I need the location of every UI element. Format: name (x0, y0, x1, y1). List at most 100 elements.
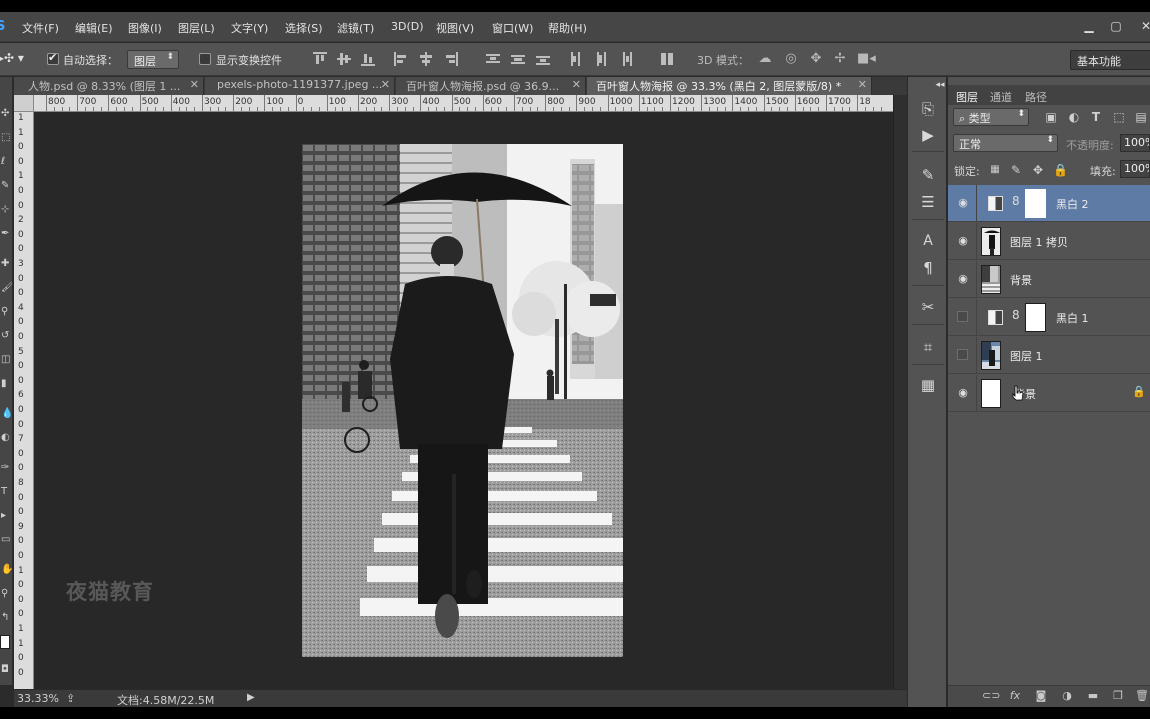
eyedropper-tool-icon[interactable]: ✒ (1, 227, 12, 241)
status-menu-arrow-icon[interactable]: ▶ (247, 692, 255, 703)
character-panel-icon[interactable]: A (918, 231, 938, 251)
tab-document-3[interactable]: 百叶窗人物海报.psd @ 36.9... ✕ (396, 77, 586, 95)
document-canvas[interactable]: 夜猫教育 (34, 112, 893, 689)
lock-position-icon[interactable]: ✥ (1031, 163, 1045, 177)
visibility-toggle-off[interactable] (957, 349, 968, 360)
layer-row-layer1-copy[interactable]: ◉ 图层 1 拷贝 (948, 223, 1150, 260)
quick-select-tool-icon[interactable]: ✎ (1, 179, 12, 193)
layer-row-background-photo[interactable]: ◉ 背景 (948, 261, 1150, 298)
close-icon[interactable]: ✕ (1136, 17, 1150, 35)
zoom-tool-icon[interactable]: ⚲ (1, 587, 12, 601)
crop-tool-icon[interactable]: ⊹ (1, 203, 12, 217)
actions-panel-icon[interactable]: ▶ (918, 125, 938, 145)
marquee-tool-icon[interactable]: ⬚ (1, 131, 12, 145)
tab-document-2[interactable]: pexels-photo-1191377.jpeg ... ✕ (205, 77, 395, 95)
tool-presets-icon[interactable]: ✂ (918, 297, 938, 317)
path-select-tool-icon[interactable]: ▸ (1, 509, 12, 523)
layer-row-layer1[interactable]: 图层 1 (948, 337, 1150, 374)
filter-adjustment-icon[interactable]: ◐ (1067, 110, 1081, 124)
type-tool-icon[interactable]: T (1, 485, 12, 499)
tab-document-1[interactable]: 人物.psd @ 8.33% (图层 1 ... ✕ (14, 77, 204, 95)
3d-slide-icon[interactable]: ✢ (832, 51, 848, 67)
menu-help[interactable]: 帮助(H) (548, 20, 587, 36)
fill-input[interactable]: 100% (1120, 160, 1150, 178)
distribute-hcenter-icon[interactable] (594, 52, 608, 66)
3d-panel-icon[interactable]: ▦ (918, 375, 938, 395)
close-icon[interactable]: ✕ (858, 78, 867, 91)
minimize-icon[interactable]: ▁ (1079, 17, 1099, 35)
3d-roll-icon[interactable]: ◎ (783, 51, 799, 67)
eraser-tool-icon[interactable]: ◫ (1, 353, 12, 367)
brush-tool-icon[interactable]: 🖌 (1, 281, 12, 295)
swap-colors-icon[interactable]: ↰ (1, 611, 12, 625)
dodge-tool-icon[interactable]: ◐ (1, 431, 12, 445)
paragraph-panel-icon[interactable]: ¶ (918, 258, 938, 278)
lock-pixels-icon[interactable]: ✎ (1009, 163, 1023, 177)
lasso-tool-icon[interactable]: ℓ (1, 155, 12, 169)
align-left-icon[interactable] (394, 52, 408, 66)
menu-window[interactable]: 窗口(W) (492, 20, 533, 36)
adjustment-icon[interactable]: ◑ (1060, 689, 1074, 703)
align-bottom-icon[interactable] (361, 52, 375, 66)
distribute-left-icon[interactable] (569, 52, 583, 66)
menu-file[interactable]: 文件(F) (22, 20, 59, 36)
align-hcenter-icon[interactable] (419, 52, 433, 66)
layer-row-bw1[interactable]: 8 黑白 1 (948, 299, 1150, 336)
ruler-origin[interactable] (14, 95, 34, 112)
link-icon[interactable]: 8 (1012, 308, 1020, 322)
menu-filter[interactable]: 滤镜(T) (337, 20, 374, 36)
distribute-right-icon[interactable] (619, 52, 633, 66)
align-vcenter-icon[interactable] (337, 52, 351, 66)
crop-panel-icon[interactable]: ⌗ (918, 337, 938, 357)
brush-presets-icon[interactable]: ☰ (918, 192, 938, 212)
menu-type[interactable]: 文字(Y) (231, 20, 268, 36)
align-right-icon[interactable] (444, 52, 458, 66)
filter-smart-object-icon[interactable]: ▤ (1134, 110, 1148, 124)
auto-select-checkbox[interactable] (47, 51, 59, 65)
filter-pixel-icon[interactable]: ▣ (1044, 110, 1058, 124)
collapse-panels-icon[interactable]: ◂◂ (930, 75, 950, 95)
quick-mask-icon[interactable]: ◘ (1, 663, 12, 677)
auto-select-target-select[interactable]: 图层 ⬍ (127, 50, 179, 69)
zoom-level[interactable]: 33.33% (17, 692, 59, 705)
layer-row-bw2[interactable]: ◉ 8 黑白 2 (948, 185, 1150, 222)
blend-mode-select[interactable]: 正常 ⬍ (953, 134, 1058, 152)
menu-3d[interactable]: 3D(D) (391, 20, 424, 33)
3d-pan-icon[interactable]: ✥ (808, 51, 824, 67)
gradient-tool-icon[interactable]: ▮ (1, 377, 12, 391)
eye-icon[interactable]: ◉ (956, 387, 970, 399)
link-icon[interactable]: ⊂⊃ (982, 689, 1000, 703)
lock-transparency-icon[interactable]: ▦ (988, 163, 1002, 177)
brush-panel-icon[interactable]: ✎ (918, 165, 938, 185)
filter-shape-icon[interactable]: ⬚ (1112, 110, 1126, 124)
hand-tool-icon[interactable]: ✋ (1, 563, 12, 577)
tab-document-active[interactable]: 百叶窗人物海报 @ 33.3% (黑白 2, 图层蒙版/8) * ✕ (587, 77, 872, 95)
link-icon[interactable]: 8 (1012, 194, 1020, 208)
trash-icon[interactable]: 🗑 (1135, 689, 1149, 703)
fx-icon[interactable]: fx (1008, 689, 1022, 703)
layer-filter-select[interactable]: ⌕ 类型 ⬍ (953, 108, 1029, 126)
shape-tool-icon[interactable]: ▭ (1, 533, 12, 547)
healing-tool-icon[interactable]: ✚ (1, 257, 12, 271)
menu-layer[interactable]: 图层(L) (178, 20, 215, 36)
tab-layers[interactable]: 图层 (956, 89, 978, 105)
menu-select[interactable]: 选择(S) (285, 20, 323, 36)
layer-mask-thumbnail[interactable] (1025, 303, 1046, 332)
mask-icon[interactable]: ◙ (1034, 689, 1048, 703)
show-transform-checkbox[interactable] (199, 53, 211, 65)
clone-stamp-tool-icon[interactable]: ⚲ (1, 305, 12, 319)
eye-icon[interactable]: ◉ (956, 273, 970, 285)
close-icon[interactable]: ✕ (381, 78, 390, 91)
menu-view[interactable]: 视图(V) (436, 20, 474, 36)
lock-all-icon[interactable]: 🔒 (1053, 163, 1068, 177)
eye-icon[interactable]: ◉ (956, 235, 970, 247)
filter-type-icon[interactable]: T (1089, 110, 1103, 124)
close-icon[interactable]: ✕ (190, 78, 199, 91)
canvas-vertical-scrollbar[interactable] (893, 95, 907, 689)
move-tool-icon[interactable]: ▸✣ ▾ (0, 51, 24, 65)
tab-channels[interactable]: 通道 (990, 89, 1012, 105)
distribute-top-icon[interactable] (486, 52, 500, 66)
folder-icon[interactable]: ▬ (1086, 689, 1100, 703)
menu-image[interactable]: 图像(I) (128, 20, 162, 36)
workspace-select[interactable]: 基本功能 (1070, 50, 1150, 70)
